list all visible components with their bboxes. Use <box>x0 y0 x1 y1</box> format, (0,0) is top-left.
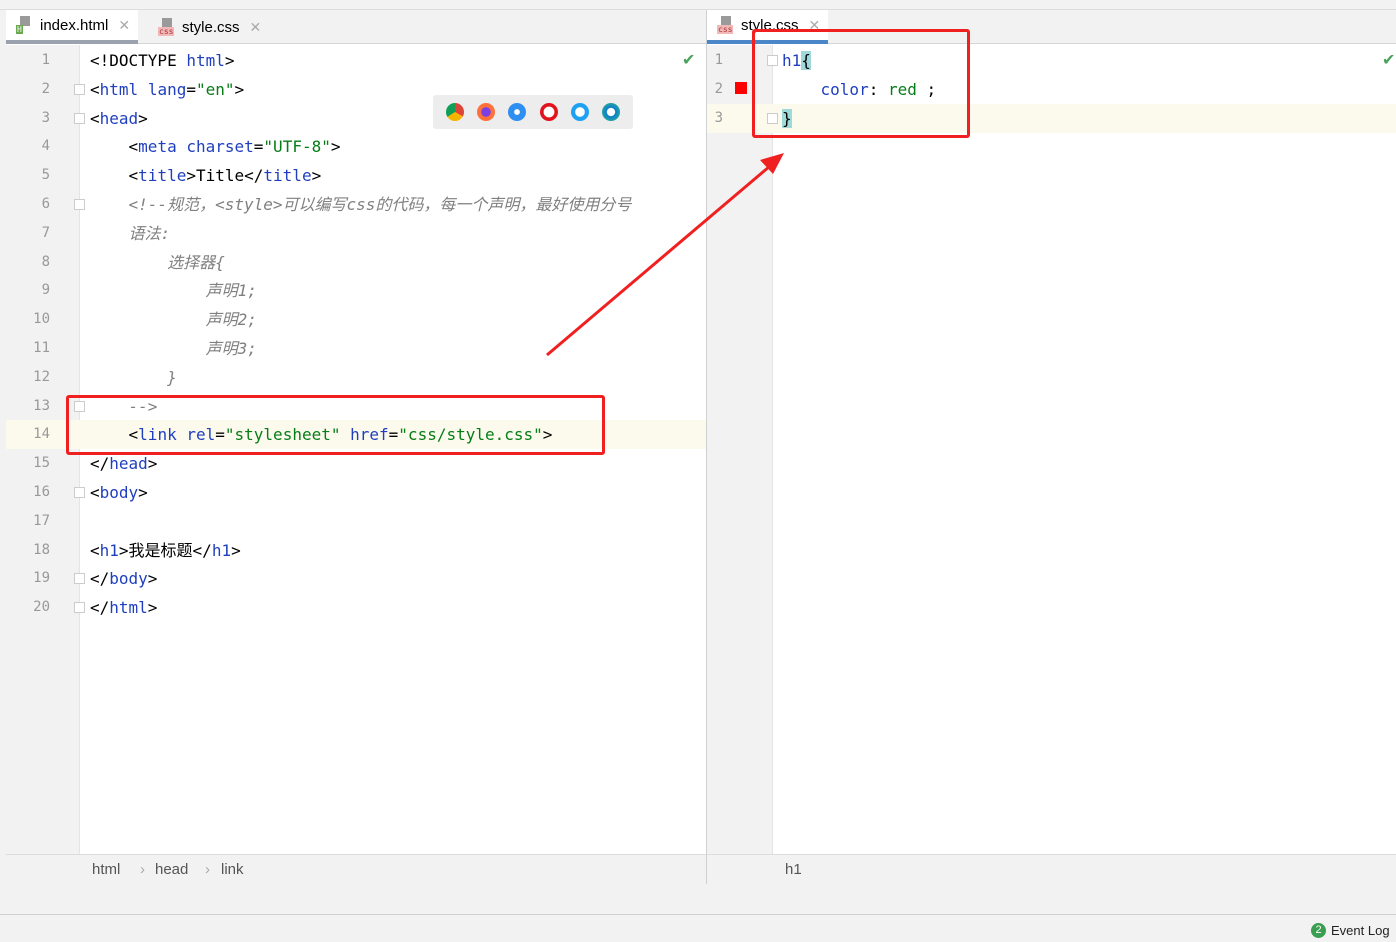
annotation-arrow <box>546 153 784 357</box>
